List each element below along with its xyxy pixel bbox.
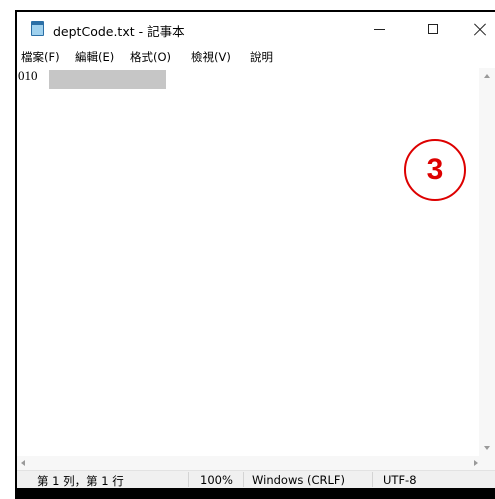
status-divider bbox=[188, 472, 189, 487]
cursor-position: 第 1 列，第 1 行 bbox=[37, 474, 124, 488]
scroll-up-icon[interactable] bbox=[484, 74, 490, 78]
step-number: 3 bbox=[426, 153, 444, 186]
menu-edit[interactable]: 編輯(E) bbox=[75, 49, 114, 65]
maximize-button[interactable] bbox=[410, 12, 456, 46]
window-title: deptCode.txt - 記事本 bbox=[53, 24, 185, 39]
scroll-down-icon[interactable] bbox=[484, 446, 490, 450]
menu-view[interactable]: 檢視(V) bbox=[191, 49, 231, 65]
editor-text: 010 bbox=[18, 68, 38, 83]
scroll-left-icon[interactable] bbox=[21, 460, 25, 466]
title-bar[interactable]: deptCode.txt - 記事本 bbox=[17, 12, 495, 46]
vertical-scrollbar[interactable] bbox=[479, 68, 495, 456]
menu-bar: 檔案(F) 編輯(E) 格式(O) 檢視(V) 說明 bbox=[17, 47, 495, 67]
notepad-window: deptCode.txt - 記事本 檔案(F) 編輯(E) 格式(O) 檢視(… bbox=[17, 12, 495, 488]
horizontal-scrollbar[interactable] bbox=[17, 456, 495, 470]
maximize-icon bbox=[428, 24, 438, 34]
text-editor[interactable]: 010 3 bbox=[17, 68, 479, 456]
zoom-level: 100% bbox=[200, 473, 233, 487]
close-icon bbox=[473, 22, 487, 36]
status-divider bbox=[372, 472, 373, 487]
status-bar: 第 1 列，第 1 行 100% Windows (CRLF) UTF-8 bbox=[17, 470, 495, 488]
menu-help[interactable]: 說明 bbox=[250, 49, 273, 65]
minimize-button[interactable] bbox=[356, 12, 402, 46]
redacted-text-block bbox=[49, 70, 166, 89]
step-number-badge: 3 bbox=[404, 139, 466, 201]
minimize-icon bbox=[373, 28, 385, 30]
close-button[interactable] bbox=[457, 12, 495, 46]
menu-file[interactable]: 檔案(F) bbox=[21, 49, 60, 65]
notepad-icon bbox=[31, 21, 44, 36]
menu-format[interactable]: 格式(O) bbox=[130, 49, 171, 65]
encoding: UTF-8 bbox=[383, 473, 417, 487]
scroll-right-icon[interactable] bbox=[474, 460, 478, 466]
line-ending: Windows (CRLF) bbox=[252, 473, 346, 487]
status-divider bbox=[243, 472, 244, 487]
